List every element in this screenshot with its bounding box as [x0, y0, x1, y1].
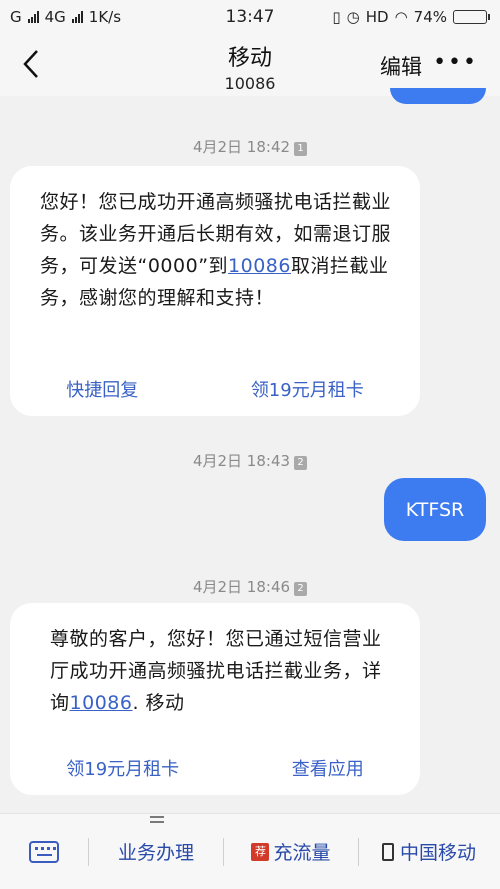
contact-name: 移动	[227, 46, 272, 71]
menu-recharge-data[interactable]: 荐 充流量	[224, 814, 358, 889]
signal-icon	[27, 11, 39, 23]
message-text: 您好！您已成功开通高频骚扰电话拦截业务。该业务开通后长期有效，如需退订服务，可发…	[40, 191, 392, 309]
alarm-icon: ◷	[346, 8, 360, 26]
recommend-icon: 荐	[251, 842, 270, 861]
menu-china-mobile[interactable]: 中国移动	[359, 814, 499, 889]
phone-icon	[381, 842, 394, 861]
signal-icon-2	[71, 11, 83, 23]
keyboard-icon	[29, 840, 59, 863]
get-sim-card-button[interactable]: 领19元月租卡	[251, 376, 364, 402]
battery-icon	[453, 10, 490, 24]
network-speed: 1K/s	[88, 8, 122, 26]
view-app-button[interactable]: 查看应用	[292, 755, 364, 781]
message-actions: 领19元月租卡 查看应用	[10, 755, 420, 781]
message-text: 尊敬的客户，您好！您已通过短信营业厅成功开通高频骚扰电话拦截业务，详询10086…	[50, 628, 382, 714]
sim-badge: 2	[294, 456, 308, 470]
menu-business[interactable]: 业务办理	[89, 814, 223, 889]
status-right: ▯ ◷ HD ◠ 74%	[332, 8, 490, 26]
status-left: G 4G 1K/s	[10, 8, 121, 26]
vibrate-icon: ▯	[332, 8, 341, 26]
message-actions: 快捷回复 领19元月租卡	[10, 376, 420, 402]
carrier-2: 4G	[44, 8, 66, 26]
keyboard-toggle-button[interactable]	[0, 840, 88, 863]
conversation-header: 移动 10086 编辑 •••	[0, 34, 500, 96]
status-bar: G 4G 1K/s 13:47 ▯ ◷ HD ◠ 74%	[0, 0, 500, 34]
previous-outgoing-bubble[interactable]	[390, 88, 486, 104]
phone-link[interactable]: 10086	[70, 692, 133, 714]
carrier-1: G	[10, 8, 22, 26]
incoming-message-bubble[interactable]: 尊敬的客户，您好！您已通过短信营业厅成功开通高频骚扰电话拦截业务，详询10086…	[10, 603, 420, 795]
message-timestamp: 4月2日 18:43 2	[0, 450, 500, 471]
incoming-message-bubble[interactable]: 您好！您已成功开通高频骚扰电话拦截业务。该业务开通后长期有效，如需退订服务，可发…	[10, 166, 420, 416]
wifi-icon: ◠	[394, 8, 408, 26]
message-timestamp: 4月2日 18:46 2	[0, 576, 500, 597]
contact-title[interactable]: 移动 10086	[0, 40, 500, 93]
sim-badge: 1	[294, 142, 308, 156]
service-menu-bar: 业务办理 荐 充流量 中国移动	[0, 813, 500, 889]
more-options-button[interactable]: •••	[433, 50, 478, 75]
phone-link[interactable]: 10086	[228, 255, 291, 277]
message-timestamp: 4月2日 18:42 1	[0, 136, 500, 157]
get-sim-card-button[interactable]: 领19元月租卡	[66, 755, 179, 781]
sim-badge: 2	[294, 582, 308, 596]
edit-button[interactable]: 编辑	[380, 51, 422, 81]
quick-reply-button[interactable]: 快捷回复	[66, 376, 138, 402]
outgoing-message-bubble[interactable]: KTFSR	[384, 478, 486, 541]
hd-label: HD	[365, 8, 389, 26]
battery-percent: 74%	[413, 8, 447, 26]
